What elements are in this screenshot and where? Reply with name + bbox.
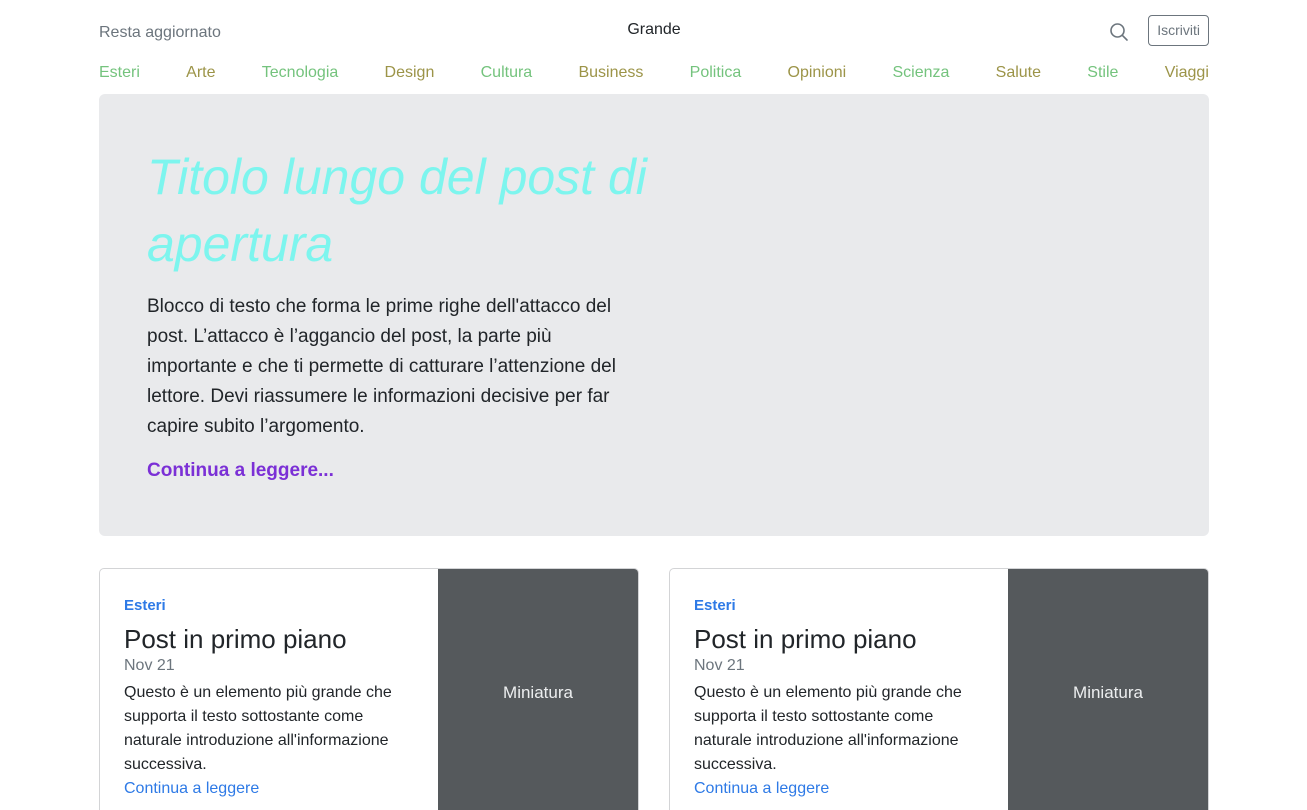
nav-item-salute[interactable]: Salute bbox=[996, 64, 1041, 86]
card-text: Questo è un elemento più grande che supp… bbox=[124, 684, 392, 773]
nav-item-design[interactable]: Design bbox=[385, 64, 435, 86]
featured-post-card: Esteri Post in primo piano Nov 21 Questo… bbox=[669, 568, 1209, 810]
nav-item-scienza[interactable]: Scienza bbox=[892, 64, 949, 86]
nav-item-arte[interactable]: Arte bbox=[186, 64, 215, 86]
subscribe-button[interactable]: Iscriviti bbox=[1148, 15, 1209, 46]
card-title: Post in primo piano bbox=[694, 624, 917, 654]
featured-post-card: Esteri Post in primo piano Nov 21 Questo… bbox=[99, 568, 639, 810]
hero-read-more-link[interactable]: Continua a leggere... bbox=[147, 460, 334, 482]
site-header: Resta aggiornato Grande Iscriviti bbox=[99, 0, 1209, 60]
card-category: Esteri bbox=[694, 597, 736, 614]
card-category: Esteri bbox=[124, 597, 166, 614]
nav-item-business[interactable]: Business bbox=[578, 64, 643, 86]
hero-lead-text: Blocco di testo che forma le prime righe… bbox=[147, 296, 616, 437]
nav-item-tecnologia[interactable]: Tecnologia bbox=[262, 64, 339, 86]
nav-item-politica[interactable]: Politica bbox=[690, 64, 742, 86]
nav-item-stile[interactable]: Stile bbox=[1087, 64, 1118, 86]
card-read-more-link[interactable]: Continua a leggere bbox=[694, 777, 994, 801]
thumbnail-label: Miniatura bbox=[503, 683, 573, 702]
card-body: Esteri Post in primo piano Nov 21 Questo… bbox=[694, 597, 994, 801]
category-nav: Esteri Arte Tecnologia Design Cultura Bu… bbox=[99, 64, 1209, 86]
card-date: Nov 21 bbox=[124, 657, 175, 674]
card-thumbnail: Miniatura bbox=[438, 569, 638, 810]
hero-jumbotron: Titolo lungo del post di apertura Blocco… bbox=[99, 94, 1209, 536]
card-thumbnail: Miniatura bbox=[1008, 569, 1208, 810]
nav-item-opinioni[interactable]: Opinioni bbox=[788, 64, 847, 86]
site-title[interactable]: Grande bbox=[99, 21, 1209, 39]
card-date: Nov 21 bbox=[694, 657, 745, 674]
card-body: Esteri Post in primo piano Nov 21 Questo… bbox=[124, 597, 424, 801]
search-icon[interactable] bbox=[1109, 22, 1129, 42]
card-title: Post in primo piano bbox=[124, 624, 347, 654]
nav-item-cultura[interactable]: Cultura bbox=[481, 64, 533, 86]
card-read-more-link[interactable]: Continua a leggere bbox=[124, 777, 424, 801]
nav-item-esteri[interactable]: Esteri bbox=[99, 64, 140, 86]
nav-item-viaggi[interactable]: Viaggi bbox=[1165, 64, 1209, 86]
hero-title: Titolo lungo del post di apertura bbox=[147, 149, 647, 272]
card-text: Questo è un elemento più grande che supp… bbox=[694, 684, 962, 773]
thumbnail-label: Miniatura bbox=[1073, 683, 1143, 702]
